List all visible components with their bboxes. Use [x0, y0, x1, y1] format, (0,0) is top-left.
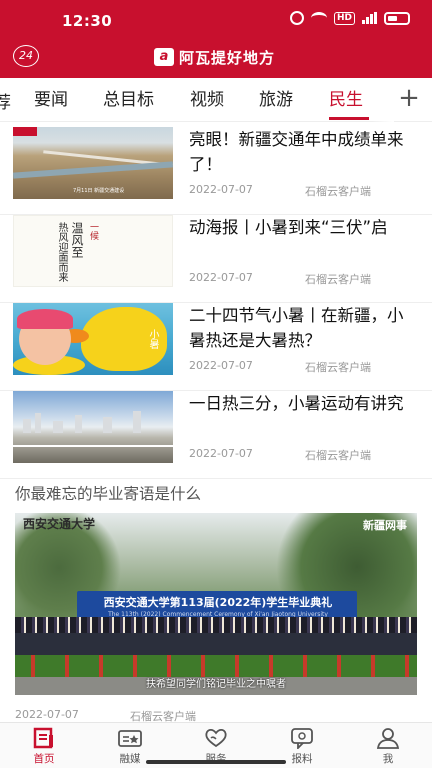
building-shape	[75, 415, 82, 433]
thumb-text: 小暑	[147, 329, 158, 349]
news-thumbnail: 小暑	[13, 303, 173, 375]
building-shape	[103, 417, 112, 433]
home-indicator[interactable]	[146, 760, 286, 764]
news-date: 2022-07-07	[189, 271, 253, 284]
tab-travel[interactable]: 旅游	[259, 88, 293, 112]
building-shape	[23, 419, 31, 433]
category-tabs: 荐 要闻 总目标 视频 旅游 民生 +	[0, 78, 432, 122]
status-icons: HD	[289, 11, 410, 25]
brand-name: 阿瓦提好地方	[179, 48, 276, 67]
news-date: 2022-07-07	[189, 447, 253, 460]
home-doc-icon	[31, 727, 57, 749]
news-thumbnail: 一候 温风至 热风迎面而来	[13, 215, 173, 287]
news-item[interactable]: 小暑 二十四节气小暑丨在新疆，小暑热还是大暑热？ 2022-07-07 石榴云客…	[0, 303, 432, 391]
poster-text: 温风至	[70, 222, 84, 258]
tab-partial[interactable]: 荐	[0, 88, 11, 113]
feature-title[interactable]: 你最难忘的毕业寄语是什么	[15, 482, 201, 504]
wifi-icon	[310, 12, 327, 24]
signal-icon	[362, 12, 377, 24]
news-date: 2022-07-07	[189, 183, 253, 196]
app-brand: a 阿瓦提好地方	[154, 46, 275, 68]
news-source: 石榴云客户端	[305, 185, 371, 198]
news-date: 2022-07-07	[189, 359, 253, 372]
news-title[interactable]: 动海报丨小暑到来“三伏”启	[189, 215, 411, 240]
news-title[interactable]: 一日热三分，小暑运动有讲究	[189, 391, 411, 416]
person-icon	[375, 727, 401, 749]
nav-home[interactable]: 首页	[14, 727, 74, 767]
heart-hands-icon	[203, 727, 229, 749]
news-item[interactable]: 一候 温风至 热风迎面而来 动海报丨小暑到来“三伏”启 2022-07-07 石…	[0, 215, 432, 303]
news-thumbnail	[13, 391, 173, 463]
banner-text: 西安交通大学第113届(2022年)学生毕业典礼	[103, 596, 333, 609]
news-source: 石榴云客户端	[305, 449, 371, 462]
nav-label: 首页	[33, 753, 55, 765]
news-title[interactable]: 亮眼！新疆交通年中成绩单来了！	[189, 127, 411, 177]
media-card-icon	[117, 727, 143, 749]
add-tab-icon[interactable]: +	[394, 84, 424, 114]
tab-yaowen[interactable]: 要闻	[34, 88, 68, 112]
poster-text: 热风迎面而来	[56, 222, 67, 282]
nav-me[interactable]: 我	[358, 727, 418, 767]
source-tag	[13, 127, 37, 136]
news-item[interactable]: 7月11日 新疆交通建设 亮眼！新疆交通年中成绩单来了！ 2022-07-07 …	[0, 127, 432, 215]
tabs-fade	[372, 78, 394, 122]
top-header: 12:30 HD 24 a 阿瓦提好地方	[0, 0, 432, 78]
river-shape	[13, 161, 173, 179]
video-caption: 扶希望同学们铭记毕业之中嘱者	[146, 679, 286, 690]
news-title[interactable]: 二十四节气小暑丨在新疆，小暑热还是大暑热？	[189, 303, 411, 353]
news-item[interactable]: 一日热三分，小暑运动有讲究 2022-07-07 石榴云客户端	[0, 391, 432, 479]
status-bar: 12:30 HD	[0, 0, 432, 40]
nav-label: 我	[382, 753, 394, 765]
flower-row	[15, 655, 417, 677]
news-source: 石榴云客户端	[305, 361, 371, 374]
tab-minsheng[interactable]: 民生	[329, 88, 363, 112]
people-row	[15, 617, 417, 633]
tab-zongmubiao[interactable]: 总目标	[103, 88, 154, 112]
report-chat-icon	[289, 727, 315, 751]
news-thumbnail: 7月11日 新疆交通建设	[13, 127, 173, 199]
brand-logo-icon: a	[154, 48, 174, 66]
app-screen: 12:30 HD 24 a 阿瓦提好地方 荐 要闻 总目标 视频 旅游 民生 +	[0, 0, 432, 768]
watermark-logo: 新疆网事	[363, 519, 407, 532]
building-shape	[53, 421, 63, 433]
tab-video[interactable]: 视频	[190, 88, 224, 112]
university-sign: 西安交通大学	[23, 517, 96, 531]
feature-image[interactable]: 西安交通大学 新疆网事 西安交通大学第113届(2022年)学生毕业典礼 The…	[15, 513, 417, 695]
alarm-icon	[289, 11, 304, 25]
poster-text: 一候	[88, 222, 98, 240]
building-shape	[35, 413, 41, 433]
battery-icon	[384, 11, 410, 25]
building-shape	[133, 411, 141, 433]
news-source: 石榴云客户端	[305, 273, 371, 286]
news-24h-icon[interactable]: 24	[13, 45, 39, 67]
status-time: 12:30	[62, 12, 113, 30]
feature-date: 2022-07-07	[15, 708, 79, 721]
thumb-caption: 7月11日 新疆交通建设	[73, 188, 125, 194]
hat-shape	[17, 309, 73, 329]
hd-icon: HD	[333, 11, 355, 25]
active-tab-indicator	[329, 117, 369, 120]
railing-shape	[13, 445, 173, 447]
